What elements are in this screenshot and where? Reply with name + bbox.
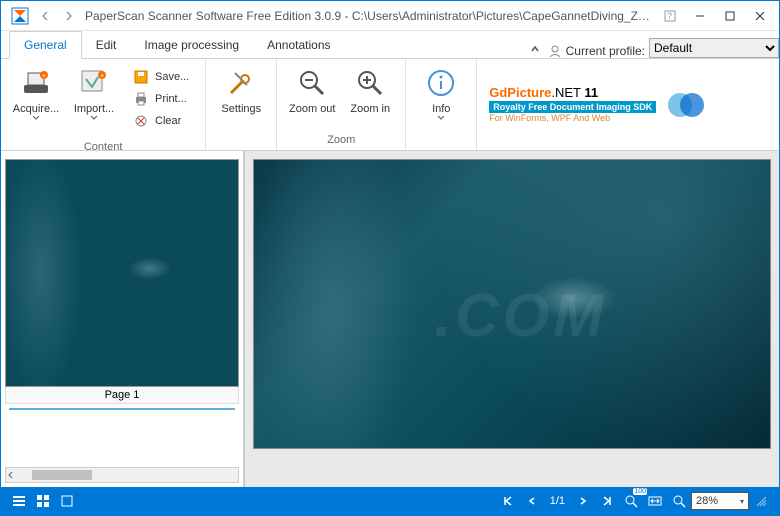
profile-select[interactable]: Default bbox=[649, 38, 779, 58]
nav-back-button[interactable] bbox=[35, 5, 57, 27]
last-page-button[interactable] bbox=[595, 490, 619, 512]
main-area: Page 1 .COM bbox=[1, 151, 779, 487]
view-mode-single-button[interactable] bbox=[55, 490, 79, 512]
info-icon bbox=[425, 67, 457, 99]
print-icon bbox=[133, 91, 149, 107]
zoom-100-button[interactable]: 100 bbox=[619, 490, 643, 512]
app-icon bbox=[11, 7, 29, 25]
ribbon-tabs: General Edit Image processing Annotation… bbox=[1, 31, 779, 59]
import-icon: + bbox=[78, 67, 110, 99]
chevron-down-icon bbox=[437, 115, 445, 120]
view-mode-grid-button[interactable] bbox=[31, 490, 55, 512]
close-button[interactable] bbox=[745, 3, 775, 29]
displayed-image: .COM bbox=[253, 159, 771, 449]
tab-image-processing[interactable]: Image processing bbox=[130, 32, 253, 58]
scroll-left-icon[interactable] bbox=[6, 470, 16, 480]
watermark: .COM bbox=[435, 281, 608, 350]
tools-icon bbox=[225, 67, 257, 99]
window-title: PaperScan Scanner Software Free Edition … bbox=[79, 9, 655, 23]
zoom-select[interactable]: 28% bbox=[691, 492, 749, 510]
print-button[interactable]: Print... bbox=[129, 89, 193, 109]
zoom-out-icon bbox=[296, 67, 328, 99]
profile-label: Current profile: bbox=[548, 44, 649, 58]
ribbon-group-info: Info bbox=[406, 59, 477, 150]
view-mode-list-button[interactable] bbox=[7, 490, 31, 512]
image-viewer[interactable]: .COM bbox=[245, 151, 779, 487]
next-page-button[interactable] bbox=[571, 490, 595, 512]
page-indicator: 1/1 bbox=[544, 495, 571, 507]
clear-button[interactable]: Clear bbox=[129, 111, 193, 131]
ribbon: + Acquire... + Import... Save... Print..… bbox=[1, 59, 779, 151]
thumbnails-panel: Page 1 bbox=[1, 151, 245, 487]
svg-text:+: + bbox=[100, 73, 104, 80]
chevron-down-icon bbox=[32, 115, 40, 120]
minimize-button[interactable] bbox=[685, 3, 715, 29]
settings-button[interactable]: Settings bbox=[212, 63, 270, 119]
resize-grip[interactable] bbox=[749, 490, 773, 512]
ribbon-group-zoom: Zoom out Zoom in Zoom bbox=[277, 59, 406, 150]
info-button[interactable]: Info bbox=[412, 63, 470, 124]
sidebar-scrollbar[interactable] bbox=[5, 467, 239, 483]
scrollbar-handle[interactable] bbox=[32, 470, 92, 480]
user-icon bbox=[548, 44, 562, 58]
fit-page-button[interactable] bbox=[667, 490, 691, 512]
separator-bar bbox=[9, 408, 235, 422]
import-button[interactable]: + Import... bbox=[65, 63, 123, 124]
zoom-in-icon bbox=[354, 67, 386, 99]
nav-forward-button[interactable] bbox=[57, 5, 79, 27]
ribbon-group-label: Zoom bbox=[277, 132, 405, 150]
tab-general[interactable]: General bbox=[9, 31, 82, 59]
page-thumbnail-label: Page 1 bbox=[5, 387, 239, 404]
clear-icon bbox=[133, 113, 149, 129]
chevron-down-icon bbox=[90, 115, 98, 120]
svg-text:+: + bbox=[42, 73, 46, 80]
first-page-button[interactable] bbox=[496, 490, 520, 512]
prev-page-button[interactable] bbox=[520, 490, 544, 512]
status-bar: 1/1 100 28% bbox=[1, 487, 779, 515]
ribbon-group-content: + Acquire... + Import... Save... Print..… bbox=[1, 59, 206, 150]
zoom-out-button[interactable]: Zoom out bbox=[283, 63, 341, 119]
acquire-button[interactable]: + Acquire... bbox=[7, 63, 65, 124]
save-icon bbox=[133, 69, 149, 85]
ad-logo-icon bbox=[666, 85, 706, 125]
ad-banner[interactable]: GdPicture.NET 11 Royalty Free Document I… bbox=[477, 59, 779, 150]
ad-title: GdPicture.NET 11 bbox=[489, 85, 656, 101]
maximize-button[interactable] bbox=[715, 3, 745, 29]
tab-edit[interactable]: Edit bbox=[82, 32, 131, 58]
help-icon[interactable]: ? bbox=[655, 3, 685, 29]
zoom-in-button[interactable]: Zoom in bbox=[341, 63, 399, 119]
collapse-ribbon-button[interactable] bbox=[522, 40, 548, 58]
ad-subtitle: Royalty Free Document Imaging SDK bbox=[489, 101, 656, 114]
scanner-icon: + bbox=[20, 67, 52, 99]
title-bar: PaperScan Scanner Software Free Edition … bbox=[1, 1, 779, 31]
page-thumbnail[interactable] bbox=[5, 159, 239, 387]
tab-annotations[interactable]: Annotations bbox=[253, 32, 344, 58]
ad-tagline: For WinForms, WPF And Web bbox=[489, 113, 656, 124]
ribbon-group-settings: Settings bbox=[206, 59, 277, 150]
svg-text:?: ? bbox=[667, 11, 672, 21]
save-button[interactable]: Save... bbox=[129, 67, 193, 87]
